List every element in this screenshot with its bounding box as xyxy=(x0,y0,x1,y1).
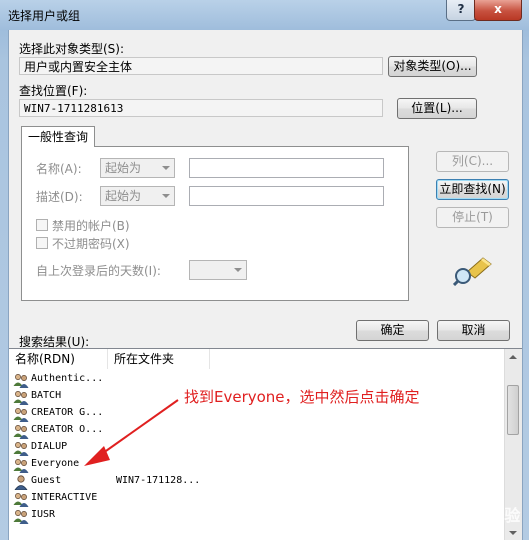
general-query-panel: 名称(A): 起始为 描述(D): 起始为 禁用的帐户(B) 不过期密码(X) … xyxy=(21,146,409,301)
dialog-client-area: 选择此对象类型(S): 用户或内置安全主体 对象类型(O)... 查找位置(F)… xyxy=(8,30,523,540)
table-row[interactable]: Everyone xyxy=(9,457,509,474)
close-button[interactable]: x xyxy=(474,0,522,21)
title-bar[interactable]: 选择用户或组 ? x xyxy=(0,0,529,30)
group-icon xyxy=(13,408,29,422)
location-label: 查找位置(F): xyxy=(19,84,88,98)
dialog-window: 选择用户或组 ? x 选择此对象类型(S): 用户或内置安全主体 对象类型(O)… xyxy=(0,0,529,540)
chevron-down-icon xyxy=(162,166,170,170)
description-mode-value: 起始为 xyxy=(105,189,142,203)
column-header-folder[interactable]: 所在文件夹 xyxy=(108,349,210,369)
row-name: DIALUP xyxy=(31,441,68,452)
row-name: IUSR xyxy=(31,509,56,520)
disabled-accounts-checkbox[interactable] xyxy=(36,219,48,231)
instruction-annotation: 找到Everyone，选中然后点击确定 xyxy=(184,388,420,406)
watermark-text: Baidu经验 xyxy=(437,506,521,525)
help-button[interactable]: ? xyxy=(446,0,476,21)
paw-icon xyxy=(410,501,430,523)
window-title: 选择用户或组 xyxy=(8,9,81,23)
group-icon xyxy=(13,510,29,524)
name-label: 名称(A): xyxy=(36,162,82,176)
description-input[interactable] xyxy=(189,186,384,206)
table-row[interactable]: CREATOR O... xyxy=(9,423,509,440)
column-header-name[interactable]: 名称(RDN) xyxy=(9,349,108,369)
table-row[interactable]: DIALUP xyxy=(9,440,509,457)
tab-general-query[interactable]: 一般性查询 xyxy=(21,126,95,147)
chevron-down-icon xyxy=(234,268,242,272)
disabled-accounts-label: 禁用的帐户(B) xyxy=(52,219,130,233)
table-row[interactable]: CREATOR G... xyxy=(9,406,509,423)
nonexpiring-password-checkbox[interactable] xyxy=(36,237,48,249)
name-input[interactable] xyxy=(189,158,384,178)
name-mode-value: 起始为 xyxy=(105,161,142,175)
row-name: Guest xyxy=(31,475,62,486)
days-since-logon-label: 自上次登录后的天数(I): xyxy=(36,264,161,278)
group-icon xyxy=(13,459,29,473)
columns-button[interactable]: 列(C)... xyxy=(436,151,509,172)
description-mode-select[interactable]: 起始为 xyxy=(100,186,175,206)
row-name: BATCH xyxy=(31,390,62,401)
name-mode-select[interactable]: 起始为 xyxy=(100,158,175,178)
row-name: Everyone xyxy=(31,458,80,469)
row-name: INTERACTIVE xyxy=(31,492,98,503)
search-flashlight-icon xyxy=(453,257,492,286)
chevron-down-icon xyxy=(162,194,170,198)
row-name: CREATOR G... xyxy=(31,407,104,418)
cancel-button[interactable]: 取消 xyxy=(437,320,510,341)
nonexpiring-password-label: 不过期密码(X) xyxy=(52,237,130,251)
table-row[interactable]: Guest WIN7-171128... xyxy=(9,474,509,491)
scroll-up-icon[interactable] xyxy=(509,355,517,359)
location-field: WIN7-1711281613 xyxy=(19,99,383,117)
days-since-logon-select[interactable] xyxy=(189,260,247,280)
group-icon xyxy=(13,391,29,405)
row-folder: WIN7-171128... xyxy=(116,475,201,486)
stop-button[interactable]: 停止(T) xyxy=(436,207,509,228)
ok-button[interactable]: 确定 xyxy=(356,320,429,341)
row-name: CREATOR O... xyxy=(31,424,104,435)
row-name: Authentic... xyxy=(31,373,104,384)
group-icon xyxy=(13,493,29,507)
group-icon xyxy=(13,442,29,456)
group-icon xyxy=(13,374,29,388)
description-label: 描述(D): xyxy=(36,190,83,204)
group-icon xyxy=(13,425,29,439)
user-icon xyxy=(14,475,28,490)
object-type-label: 选择此对象类型(S): xyxy=(19,42,125,56)
find-now-button[interactable]: 立即查找(N) xyxy=(436,179,509,200)
object-types-button[interactable]: 对象类型(O)... xyxy=(388,56,477,77)
locations-button[interactable]: 位置(L)... xyxy=(397,98,477,119)
object-type-field: 用户或内置安全主体 xyxy=(19,57,383,75)
scrollbar-thumb[interactable] xyxy=(507,385,519,435)
watermark-logo: Baidu经验 xyxy=(405,490,525,534)
